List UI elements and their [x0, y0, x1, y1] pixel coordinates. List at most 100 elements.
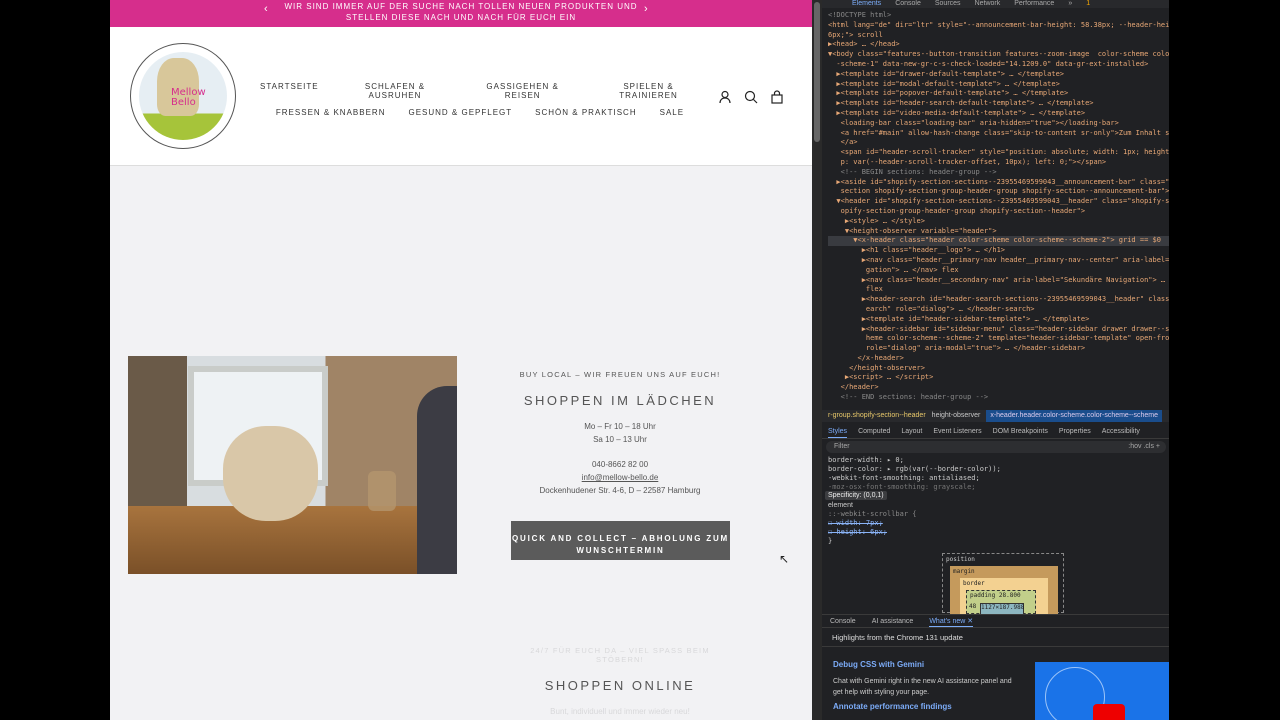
dom-node-line[interactable]: ▶<aside id="shopify-section-sections--23…	[828, 178, 1169, 188]
tab-layout[interactable]: Layout	[901, 425, 922, 438]
styles-filter-input[interactable]: Filter:hov .cls +	[826, 441, 1166, 453]
primary-nav: STARTSEITE SCHLAFEN & AUSRUHEN GASSIGEHE…	[260, 82, 700, 125]
quick-and-collect-button[interactable]: QUICK AND COLLECT – ABHOLUNG ZUM WUNSCHT…	[511, 521, 730, 560]
breadcrumb-item[interactable]: r-group.shopify-section--header	[822, 410, 926, 422]
dom-node-line[interactable]: <!-- END sections: header-group -->	[828, 393, 1169, 403]
announcement-prev-button[interactable]: ‹	[264, 4, 269, 15]
dom-node-line[interactable]: ▶<template id="popover-default-template"…	[828, 89, 1169, 99]
nav-item[interactable]: GESUND & GEPFLEGT	[408, 108, 512, 117]
dom-node-line[interactable]: p: var(--header-scroll-tracker-offset, 1…	[828, 158, 1169, 168]
announcement-next-button[interactable]: ›	[644, 4, 649, 15]
dom-node-line[interactable]: ▶<header-sidebar id="sidebar-menu" class…	[828, 325, 1169, 335]
dom-node-line[interactable]: ▼<header id="shopify-section-sections--2…	[828, 197, 1169, 207]
dom-node-line[interactable]: heme color-scheme--scheme-2" template="h…	[828, 334, 1169, 344]
store-eyebrow: BUY LOCAL – WIR FREUEN UNS AUF EUCH!	[519, 370, 721, 379]
video-thumbnail[interactable]	[1035, 662, 1169, 720]
nav-item[interactable]: SCHÖN & PRAKTISCH	[535, 108, 636, 117]
store-photo	[128, 356, 457, 574]
nav-item[interactable]: STARTSEITE	[260, 82, 319, 100]
dom-node-line[interactable]: </header>	[828, 383, 1169, 393]
tab-elements[interactable]: Elements	[852, 0, 881, 8]
drawer-tabs: Console AI assistance What's new ✕	[822, 614, 1169, 628]
dom-node-line[interactable]: role="dialog" aria-modal="true"> … </hea…	[828, 344, 1169, 354]
tab-performance[interactable]: Performance	[1014, 0, 1054, 8]
tab-dom-breakpoints[interactable]: DOM Breakpoints	[993, 425, 1048, 438]
store-email-link[interactable]: info@mellow-bello.de	[510, 471, 730, 484]
cart-icon[interactable]	[770, 90, 784, 104]
dom-node-line[interactable]: ▶<template id="header-sidebar-template">…	[828, 315, 1169, 325]
dom-node-line[interactable]: ▶<script> … </script>	[828, 373, 1169, 383]
tab-styles[interactable]: Styles	[828, 425, 848, 438]
web-page: ‹ WIR SIND IMMER AUF DER SUCHE NACH TOLL…	[110, 0, 812, 720]
tab-sources[interactable]: Sources	[935, 0, 961, 8]
box-label: border	[963, 580, 985, 587]
style-rule[interactable]: border-color: ▸ rgb(var(--border-color))…	[828, 465, 1168, 474]
dom-node-line[interactable]: <html lang="de" dir="ltr" style="--annou…	[828, 21, 1169, 31]
dom-node-line[interactable]: ▶<template id="header-search-default-tem…	[828, 99, 1169, 109]
nav-item[interactable]: SALE	[660, 108, 684, 117]
dom-node-line[interactable]: ▼<height-observer variable="header">	[828, 227, 1169, 237]
filter-toolbar[interactable]: :hov .cls +	[1128, 441, 1160, 453]
store-title: SHOPPEN IM LÄDCHEN	[523, 393, 717, 408]
dom-tree[interactable]: <!DOCTYPE html> <html lang="de" dir="ltr"…	[822, 8, 1169, 408]
tab-properties[interactable]: Properties	[1059, 425, 1091, 438]
dom-node-line[interactable]: ▼<x-header class="header color-scheme co…	[828, 236, 1169, 247]
tab-network[interactable]: Network	[975, 0, 1001, 8]
tab-drawer-console[interactable]: Console	[830, 615, 856, 627]
dom-node-line[interactable]: 6px;"> scroll	[828, 31, 1169, 41]
box-label: 48	[969, 603, 977, 610]
nav-item[interactable]: SCHLAFEN & AUSRUHEN	[342, 82, 449, 100]
styles-tabs: Styles Computed Layout Event Listeners D…	[822, 425, 1169, 439]
nav-item[interactable]: FRESSEN & KNABBERN	[276, 108, 386, 117]
play-icon[interactable]	[1093, 704, 1125, 720]
warning-count[interactable]: 1	[1086, 0, 1090, 8]
dom-node-line[interactable]: ▶<template id="modal-default-template"> …	[828, 80, 1169, 90]
dom-node-line[interactable]: <loading-bar class="loading-bar" aria-hi…	[828, 119, 1169, 129]
style-rule[interactable]: ☐ width: 7px;	[828, 519, 1168, 528]
dom-node-line[interactable]: ▶<nav class="header__secondary-nav" aria…	[828, 276, 1169, 286]
store-address: Dockenhudener Str. 4-6, D – 22587 Hambur…	[539, 486, 701, 495]
breadcrumb-item[interactable]: x-header.header.color-scheme.color-schem…	[986, 410, 1162, 422]
dom-node-line[interactable]: ▶<template id="video-media-default-templ…	[828, 109, 1169, 119]
tab-more[interactable]: »	[1068, 0, 1072, 8]
tab-console[interactable]: Console	[895, 0, 921, 8]
tab-computed[interactable]: Computed	[858, 425, 890, 438]
page-scrollbar[interactable]	[812, 0, 822, 720]
dom-node-line[interactable]: ▶<header-search id="header-search-sectio…	[828, 295, 1169, 305]
news-text: Chat with Gemini right in the new AI ass…	[833, 678, 1012, 696]
dom-node-line[interactable]: ▶<head> … </head>	[828, 40, 1169, 50]
tab-accessibility[interactable]: Accessibility	[1102, 425, 1140, 438]
dom-node-line[interactable]: flex	[828, 285, 1169, 295]
style-rule[interactable]: ☐ height: 6px;	[828, 528, 1168, 537]
dom-node-line[interactable]: </x-header>	[828, 354, 1169, 364]
dom-node-line[interactable]: ▼<body class="features--button-transitio…	[828, 50, 1169, 60]
style-rule[interactable]: -webkit-font-smoothing: antialiased;	[828, 474, 1168, 483]
account-icon[interactable]	[718, 90, 732, 104]
dom-node-line[interactable]: <a href="#main" allow-hash-change class=…	[828, 129, 1169, 139]
tab-whats-new[interactable]: What's new ✕	[929, 615, 974, 627]
dom-node-line[interactable]: ▶<style> … </style>	[828, 217, 1169, 227]
dom-node-line[interactable]: ▶<nav class="header__primary-nav header_…	[828, 256, 1169, 266]
dom-node-line[interactable]: earch" role="dialog"> … </header-search>	[828, 305, 1169, 315]
dom-node-line[interactable]: section shopify-section-group-header-gro…	[828, 187, 1169, 197]
search-icon[interactable]	[744, 90, 758, 104]
nav-item[interactable]: SPIELEN & TRAINIEREN	[597, 82, 700, 100]
dom-node-line[interactable]: ▶<h1 class="header__logo"> … </h1>	[828, 246, 1169, 256]
dom-node-line[interactable]: -scheme-1" data-new-gr-c-s-check-loaded=…	[828, 60, 1169, 70]
tab-event-listeners[interactable]: Event Listeners	[933, 425, 981, 438]
dom-node-line[interactable]: gation"> … </nav> flex	[828, 266, 1169, 276]
dom-node-line[interactable]: <!-- BEGIN sections: header-group -->	[828, 168, 1169, 178]
tab-ai-assistance[interactable]: AI assistance	[872, 615, 914, 627]
dom-node-line[interactable]: <span id="header-scroll-tracker" style="…	[828, 148, 1169, 158]
nav-item[interactable]: GASSIGEHEN & REISEN	[471, 82, 574, 100]
style-section-header: element	[828, 502, 853, 509]
breadcrumb-item[interactable]: height-observer	[932, 410, 981, 422]
style-selector[interactable]: ::-webkit-scrollbar {	[828, 510, 1168, 519]
dom-node-line[interactable]: ▶<template id="drawer-default-template">…	[828, 70, 1169, 80]
dom-node-line[interactable]: </a>	[828, 138, 1169, 148]
dom-node-line[interactable]: <!DOCTYPE html>	[828, 11, 1169, 21]
style-rule[interactable]: border-width: ▸ 0;	[828, 456, 1168, 465]
dom-node-line[interactable]: opify-section-group-header-group shopify…	[828, 207, 1169, 217]
dom-node-line[interactable]: </height-observer>	[828, 364, 1169, 374]
mellow-bello-logo[interactable]: Mellow Bello	[130, 43, 236, 149]
